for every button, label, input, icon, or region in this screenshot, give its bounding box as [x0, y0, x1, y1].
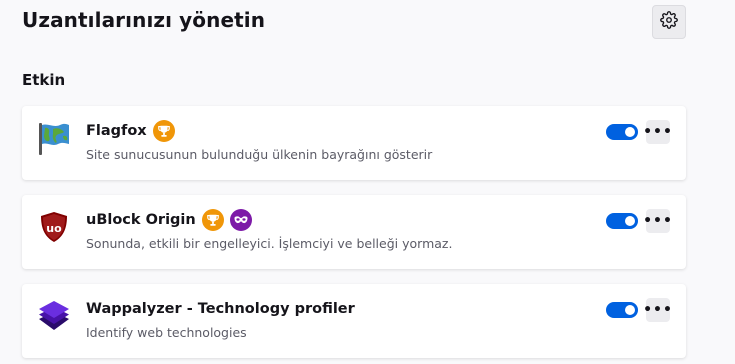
- extension-description: Sonunda, etkili bir engelleyici. İşlemci…: [86, 236, 453, 251]
- wappalyzer-layers-icon: [36, 298, 72, 334]
- ublock-shield-icon: uo: [36, 209, 72, 245]
- more-dots-icon: •••: [643, 124, 673, 140]
- extension-description: Site sunucusunun bulunduğu ülkenin bayra…: [86, 147, 433, 162]
- private-browsing-mask-icon[interactable]: [229, 209, 252, 231]
- toggle-knob: [625, 305, 635, 315]
- extension-card-flagfox[interactable]: Flagfox Site sunucusunun bulunduğu ülken…: [22, 106, 686, 180]
- more-options-button[interactable]: •••: [643, 209, 673, 233]
- settings-button[interactable]: [652, 5, 686, 39]
- extension-description: Identify web technologies: [86, 325, 247, 340]
- extension-name[interactable]: Wappalyzer - Technology profiler: [86, 301, 355, 317]
- section-title-enabled: Etkin: [22, 71, 66, 89]
- toggle-knob: [625, 127, 635, 137]
- recommended-trophy-icon[interactable]: [201, 209, 224, 231]
- extension-name[interactable]: Flagfox: [86, 123, 147, 139]
- extension-card-ublock-origin[interactable]: uo uBlock Origin Sonunda, etkili bir eng…: [22, 195, 686, 269]
- toggle-knob: [625, 216, 635, 226]
- svg-text:uo: uo: [46, 222, 62, 235]
- page-title: Uzantılarınızı yönetin: [22, 8, 266, 32]
- recommended-trophy-icon[interactable]: [152, 120, 175, 142]
- gear-icon: [660, 11, 678, 33]
- more-dots-icon: •••: [643, 302, 673, 318]
- enable-toggle[interactable]: [606, 302, 638, 318]
- more-options-button[interactable]: •••: [643, 120, 673, 144]
- extension-name[interactable]: uBlock Origin: [86, 212, 196, 228]
- extension-card-wappalyzer[interactable]: Wappalyzer - Technology profiler Identif…: [22, 284, 686, 358]
- enable-toggle[interactable]: [606, 213, 638, 229]
- more-options-button[interactable]: •••: [643, 298, 673, 322]
- enable-toggle[interactable]: [606, 124, 638, 140]
- more-dots-icon: •••: [643, 213, 673, 229]
- flag-globe-icon: [36, 120, 72, 156]
